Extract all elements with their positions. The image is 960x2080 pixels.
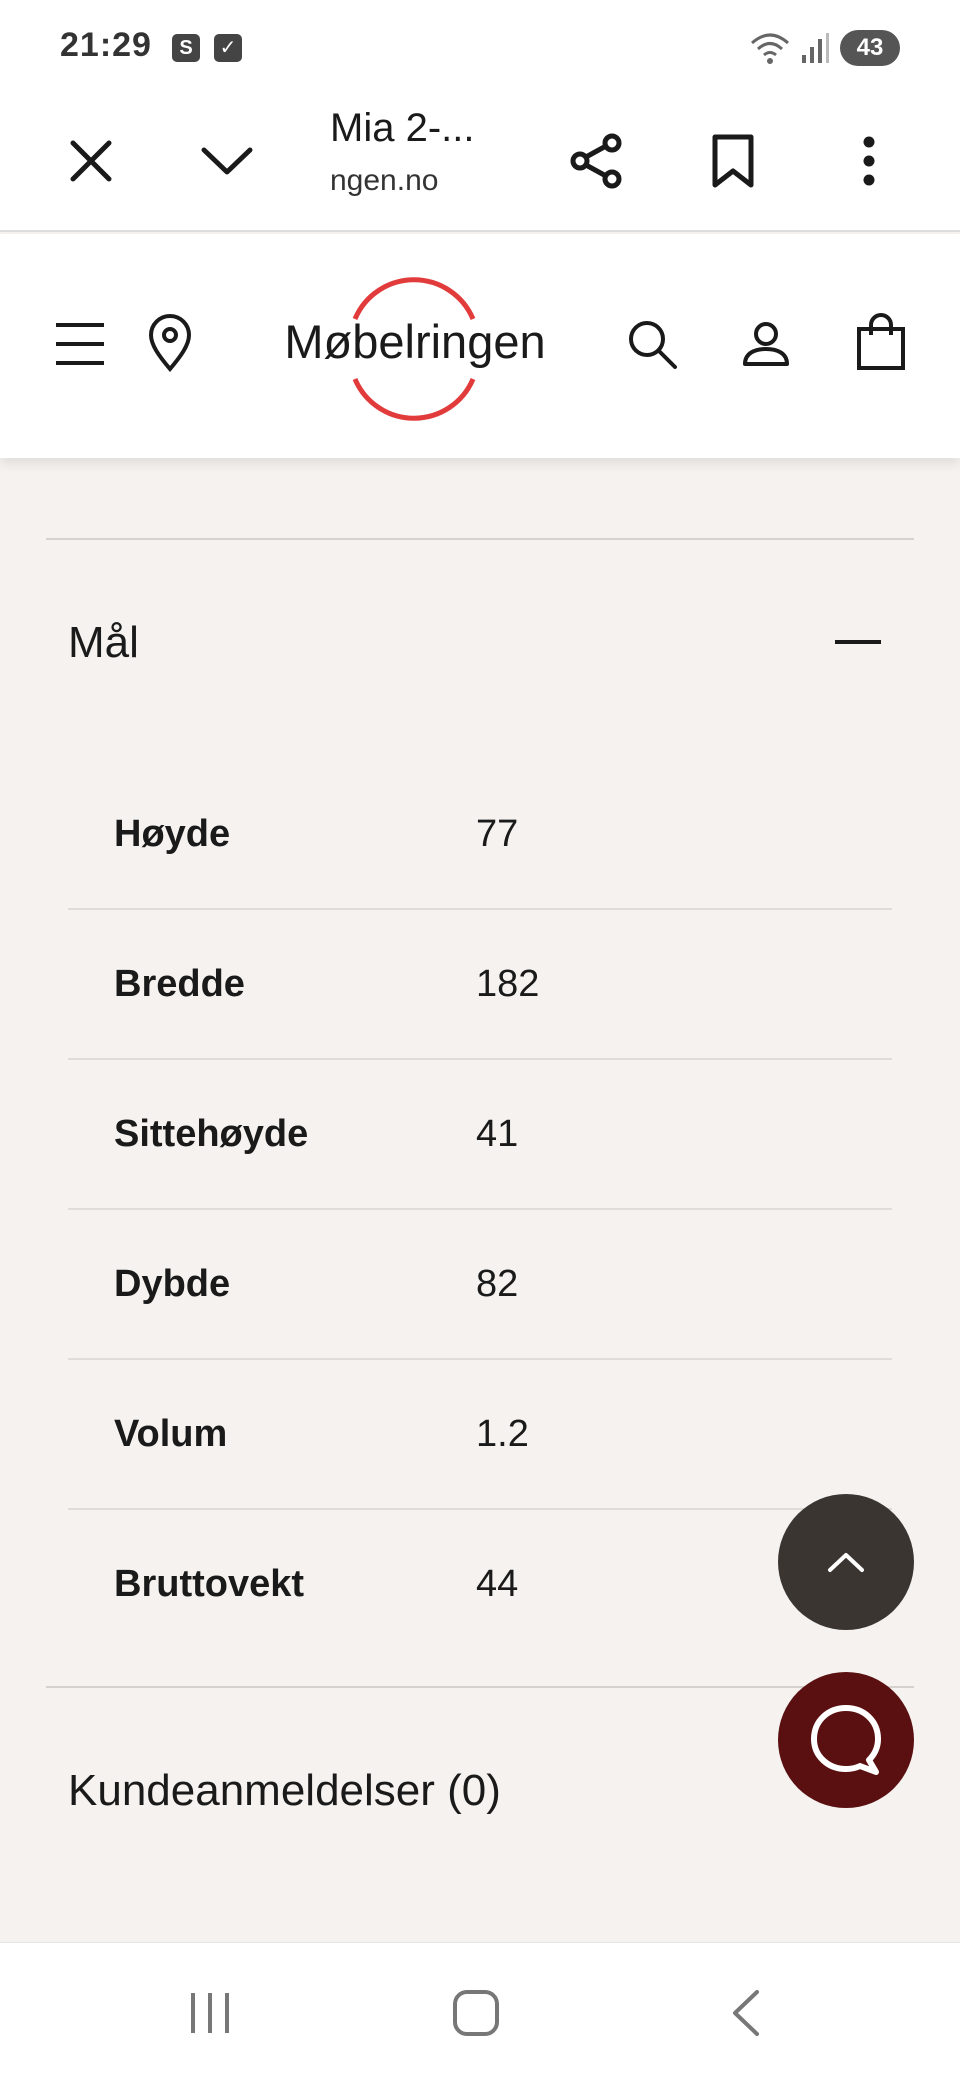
- cart-button[interactable]: [850, 310, 912, 374]
- user-icon: [743, 322, 789, 366]
- checkbox-notification-icon: ✓: [214, 34, 242, 62]
- status-bar: 21:29 S ✓ 43: [0, 0, 960, 92]
- spec-label: Volum: [114, 1413, 228, 1455]
- minimize-button[interactable]: [192, 126, 262, 196]
- home-button[interactable]: [441, 1983, 511, 2043]
- more-vertical-icon: [863, 136, 875, 186]
- section-divider: [46, 1686, 914, 1688]
- back-arrow-icon: [733, 1990, 759, 2036]
- share-icon: [570, 133, 622, 189]
- recent-apps-icon: [191, 1993, 229, 2033]
- page-domain[interactable]: ngen.no: [330, 164, 438, 198]
- spec-value: 77: [476, 813, 519, 855]
- spec-label: Bredde: [114, 963, 245, 1005]
- signal-icon: [802, 33, 829, 63]
- table-row: Volum 1.2: [68, 1360, 892, 1510]
- spec-label: Dybde: [114, 1263, 231, 1305]
- browser-toolbar: Mia 2-... ngen.no: [0, 92, 960, 232]
- location-pin-icon: [148, 314, 192, 372]
- close-tab-button[interactable]: [56, 126, 126, 196]
- site-header: Møbelringen: [0, 234, 960, 458]
- spec-value: 41: [476, 1113, 519, 1155]
- menu-button[interactable]: [50, 314, 110, 374]
- chevron-up-icon: [828, 1553, 864, 1572]
- back-button[interactable]: [711, 1983, 781, 2043]
- account-button[interactable]: [736, 314, 796, 374]
- table-row: Sittehøyde 41: [68, 1060, 892, 1210]
- page-title[interactable]: Mia 2-...: [330, 106, 474, 151]
- scroll-to-top-button[interactable]: [778, 1494, 914, 1630]
- table-row: Bredde 182: [68, 910, 892, 1060]
- bookmark-icon: [712, 134, 754, 188]
- chat-bubble-icon: [811, 1705, 881, 1775]
- store-locator-button[interactable]: [140, 310, 200, 376]
- table-row: Bruttovekt 44: [68, 1510, 892, 1660]
- battery-indicator: 43: [840, 30, 900, 66]
- app-notification-icon: S: [172, 34, 200, 62]
- recent-apps-button[interactable]: [175, 1983, 245, 2043]
- hamburger-menu-icon: [56, 323, 104, 365]
- collapse-minus-icon[interactable]: [835, 640, 881, 644]
- table-row: Dybde 82: [68, 1210, 892, 1360]
- spec-value: 1.2: [476, 1413, 529, 1455]
- spec-value: 44: [476, 1563, 519, 1605]
- status-indicators: 43: [750, 28, 900, 68]
- chat-button[interactable]: [778, 1672, 914, 1808]
- table-row: Høyde 77: [68, 760, 892, 910]
- logo-wordmark: Møbelringen: [284, 315, 546, 368]
- status-time: 21:29: [60, 26, 152, 64]
- section-divider: [46, 538, 914, 540]
- reviews-section-title[interactable]: Kundeanmeldelser (0): [68, 1766, 501, 1816]
- system-navigation-bar: [0, 1942, 960, 2080]
- more-options-button[interactable]: [834, 126, 904, 196]
- spec-label: Høyde: [114, 813, 231, 855]
- search-icon: [629, 321, 677, 369]
- home-icon: [453, 1990, 499, 2036]
- close-icon: [70, 140, 112, 182]
- chevron-down-icon: [201, 147, 253, 175]
- wifi-icon: [751, 33, 789, 64]
- search-button[interactable]: [622, 314, 682, 374]
- share-button[interactable]: [562, 126, 632, 196]
- bookmark-button[interactable]: [698, 126, 768, 196]
- spec-label: Sittehøyde: [114, 1113, 309, 1155]
- spec-value: 182: [476, 963, 540, 1005]
- site-logo[interactable]: Møbelringen: [270, 274, 560, 424]
- shopping-bag-icon: [857, 313, 905, 370]
- spec-label: Bruttovekt: [114, 1563, 305, 1605]
- spec-value: 82: [476, 1263, 519, 1305]
- measurements-section-title[interactable]: Mål: [68, 618, 139, 668]
